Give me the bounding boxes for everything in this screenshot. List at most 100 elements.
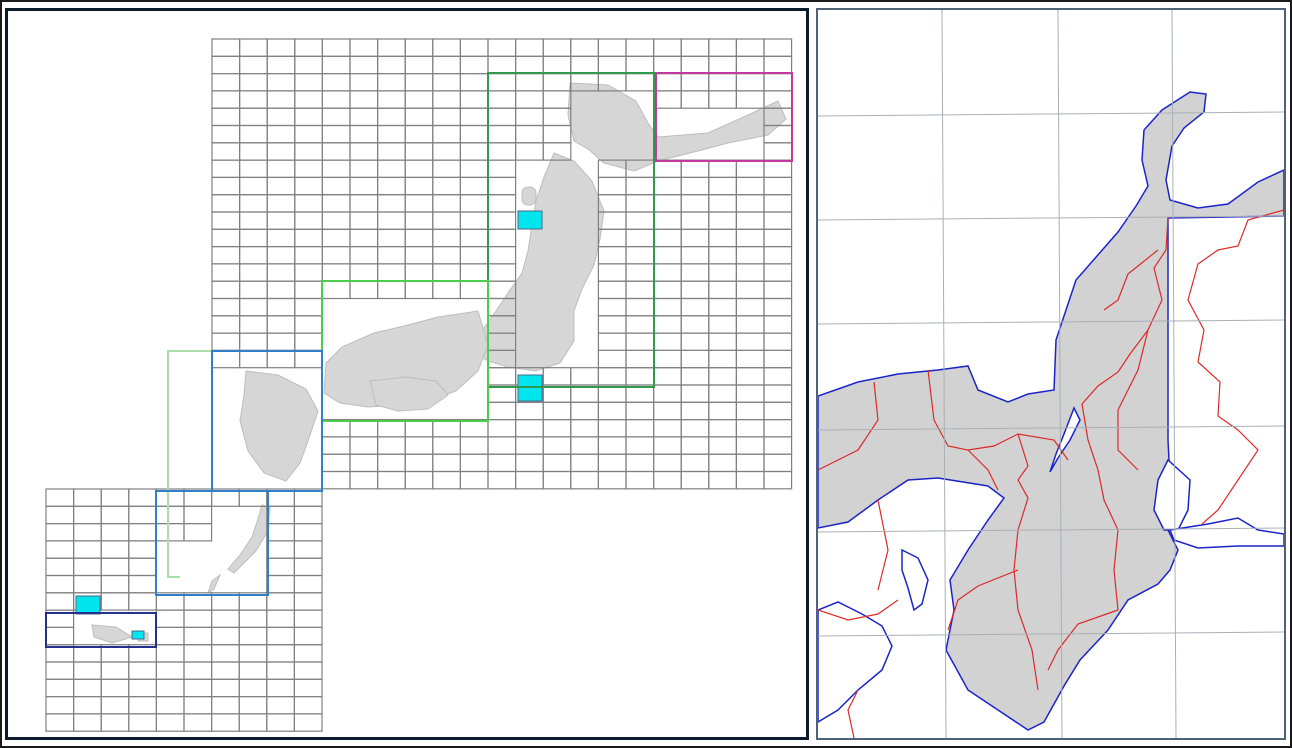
grid-cell [515, 55, 544, 75]
grid-cell [294, 280, 323, 300]
grid-cell [183, 713, 213, 732]
region-frame-pale [167, 350, 212, 578]
grid-cell [293, 574, 323, 594]
grid-cell [735, 159, 765, 179]
grid-cell [128, 592, 158, 611]
grid-cell [680, 297, 710, 317]
grid-cell [404, 38, 434, 57]
grid-cell [377, 211, 406, 230]
grid-cell [763, 349, 793, 369]
grid-cell [155, 505, 185, 525]
grid-cell [652, 419, 682, 438]
grid-cell [321, 176, 351, 196]
grid-cell [321, 246, 351, 265]
grid-cell [708, 263, 737, 282]
grid-cell [432, 194, 461, 213]
grid-cell [211, 280, 241, 300]
grid-cell [625, 194, 655, 213]
grid-cell [542, 453, 572, 473]
grid-cell [321, 159, 351, 179]
grid-cell [652, 367, 682, 386]
grid-cell [294, 124, 323, 144]
grid-cell [708, 401, 737, 421]
grid-cell [487, 38, 517, 57]
grid-cell [72, 661, 102, 680]
grid-cell [735, 349, 765, 369]
grid-cell [625, 246, 655, 265]
grid-cell [211, 228, 241, 248]
grid-cell [708, 159, 737, 179]
grid-cell [321, 436, 351, 455]
grid-cell [597, 419, 627, 438]
grid-cell [432, 159, 461, 179]
grid-cell [652, 401, 682, 421]
grid-cell [72, 522, 102, 542]
grid-cell [45, 557, 75, 577]
grid-cell [708, 315, 737, 334]
grid-cell [239, 332, 268, 352]
grid-cell [680, 55, 710, 75]
grid-cell [735, 72, 765, 92]
grid-cell [680, 194, 710, 213]
grid-cell [763, 263, 793, 282]
grid-cell [349, 142, 379, 161]
grid-cell [211, 713, 240, 732]
grid-cell [570, 38, 599, 57]
grid-cell [293, 505, 323, 525]
grid-cell [45, 713, 75, 732]
grid-cell [515, 401, 544, 421]
grid-cell [100, 488, 130, 507]
grid-cell [321, 194, 351, 213]
grid-cell [266, 211, 296, 230]
grid-cell [211, 176, 241, 196]
grid-cell [515, 470, 544, 490]
grid-cell [432, 228, 461, 248]
grid-cell [597, 176, 627, 196]
grid-cell [183, 661, 213, 680]
grid-cell [404, 436, 434, 455]
grid-cell [294, 107, 323, 127]
grid-cell [100, 540, 130, 559]
grid-cell [708, 453, 737, 473]
grid-cell [625, 470, 655, 490]
grid-cell [708, 384, 737, 403]
grid-cell [487, 246, 517, 265]
grid-cell [625, 436, 655, 455]
grid-cell [708, 194, 737, 213]
grid-cell [183, 505, 213, 525]
grid-cell [652, 349, 682, 369]
grid-cell [459, 72, 489, 92]
grid-cell [266, 297, 296, 317]
grid-cell [763, 176, 793, 196]
grid-cell [349, 246, 379, 265]
grid-cell [487, 228, 517, 248]
grid-cell [294, 263, 323, 282]
grid-cell [570, 453, 599, 473]
grid-cell [349, 194, 379, 213]
grid-cell [404, 470, 434, 490]
grid-cell [487, 453, 517, 473]
grid-cell [293, 626, 323, 646]
grid-cell [155, 713, 185, 732]
grid-cell [432, 263, 461, 282]
grid-cell [680, 211, 710, 230]
grid-cell [321, 107, 351, 127]
grid-cell [100, 522, 130, 542]
grid-cell [377, 453, 406, 473]
grid-cell [487, 401, 517, 421]
grid-cell [735, 384, 765, 403]
grid-cell [377, 142, 406, 161]
grid-cell [100, 557, 130, 577]
grid-cell [597, 246, 627, 265]
grid-cell [321, 263, 351, 282]
grid-cell [72, 505, 102, 525]
grid-cell [432, 55, 461, 75]
grid-cell [763, 384, 793, 403]
grid-cell [432, 124, 461, 144]
grid-cell [763, 142, 793, 161]
grid-cell [239, 159, 268, 179]
grid-cell [597, 55, 627, 75]
grid-cell [239, 38, 268, 57]
grid-cell [294, 55, 323, 75]
grid-cell [211, 55, 241, 75]
